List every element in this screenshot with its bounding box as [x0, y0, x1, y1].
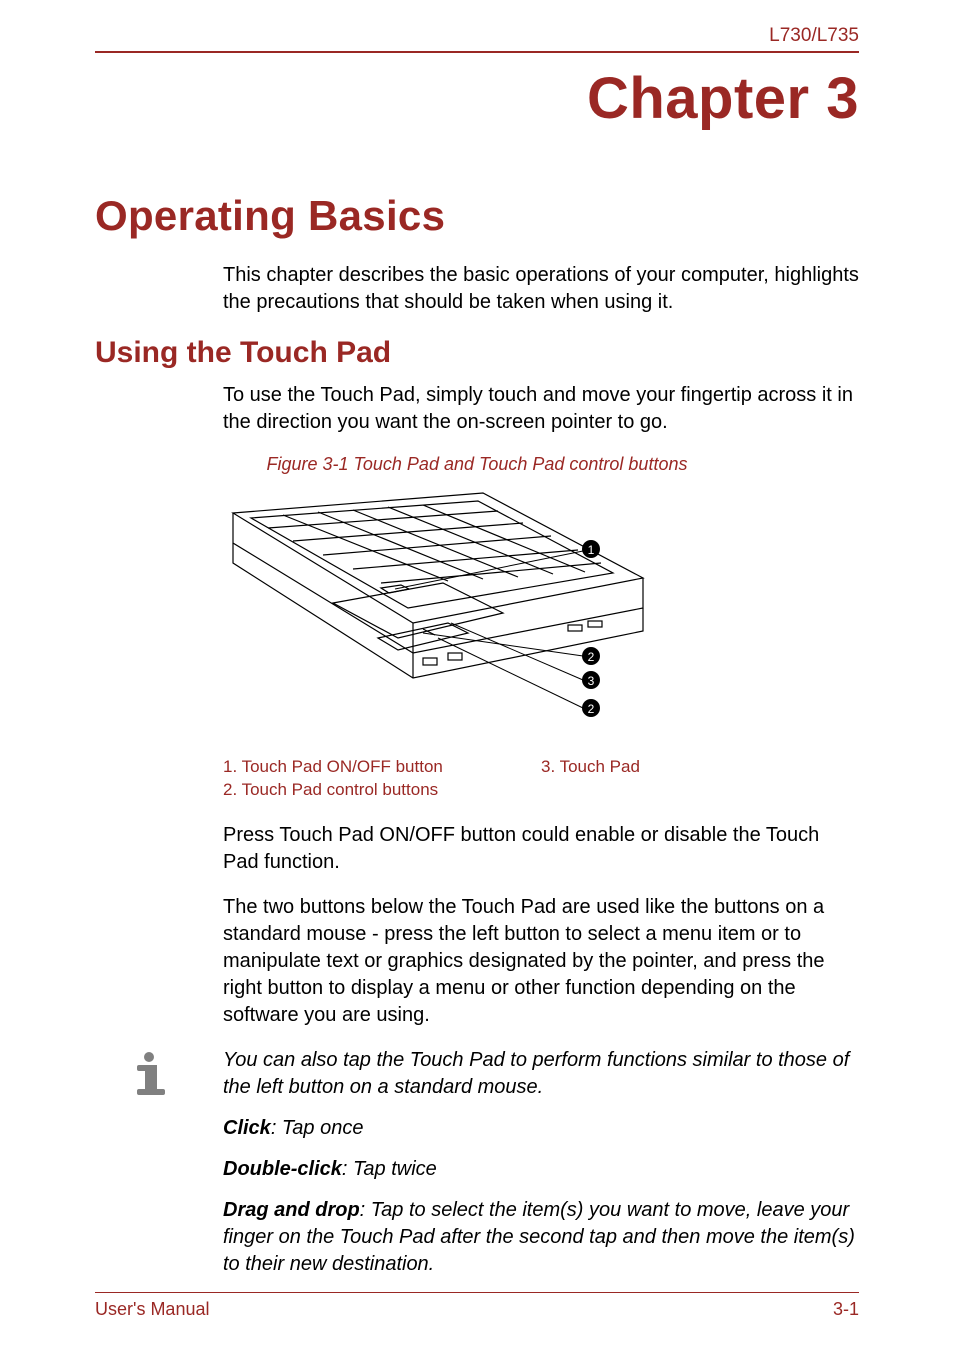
callout-2b: 2 — [588, 702, 595, 716]
info-drag-drop: Drag and drop: Tap to select the item(s)… — [223, 1197, 859, 1278]
section-title-touchpad: Using the Touch Pad — [95, 336, 859, 370]
header-rule — [95, 51, 859, 53]
callout-1: 1 — [588, 543, 595, 557]
footer-rule — [95, 1292, 859, 1293]
callout-3: 3 — [588, 674, 595, 688]
figure-diagram: 1 2 3 2 — [223, 483, 859, 748]
info-note: You can also tap the Touch Pad to perfor… — [123, 1047, 859, 1292]
intro-paragraph: This chapter describes the basic operati… — [223, 262, 859, 316]
legend-item-1: 1. Touch Pad ON/OFF button — [223, 756, 541, 779]
info-click: Click: Tap once — [223, 1115, 859, 1142]
info-icon — [123, 1047, 183, 1106]
footer-page-number: 3-1 — [833, 1299, 859, 1320]
page: L730/L735 Chapter 3 Operating Basics Thi… — [0, 0, 954, 1345]
figure-legend: 1. Touch Pad ON/OFF button 2. Touch Pad … — [223, 756, 859, 802]
chapter-title: Chapter 3 — [95, 65, 859, 132]
legend-item-3: 3. Touch Pad — [541, 756, 859, 779]
paragraph-buttons: The two buttons below the Touch Pad are … — [223, 894, 859, 1029]
laptop-touchpad-illustration: 1 2 3 2 — [223, 483, 663, 743]
legend-item-2: 2. Touch Pad control buttons — [223, 779, 541, 802]
header-model: L730/L735 — [95, 25, 859, 51]
callout-2a: 2 — [588, 650, 595, 664]
main-title: Operating Basics — [95, 192, 859, 240]
paragraph-onoff: Press Touch Pad ON/OFF button could enab… — [223, 822, 859, 876]
info-double-click: Double-click: Tap twice — [223, 1156, 859, 1183]
figure-caption: Figure 3-1 Touch Pad and Touch Pad contr… — [95, 454, 859, 475]
section-paragraph-1: To use the Touch Pad, simply touch and m… — [223, 382, 859, 436]
footer-left: User's Manual — [95, 1299, 209, 1320]
info-p1: You can also tap the Touch Pad to perfor… — [223, 1047, 859, 1101]
footer: User's Manual 3-1 — [95, 1292, 859, 1320]
